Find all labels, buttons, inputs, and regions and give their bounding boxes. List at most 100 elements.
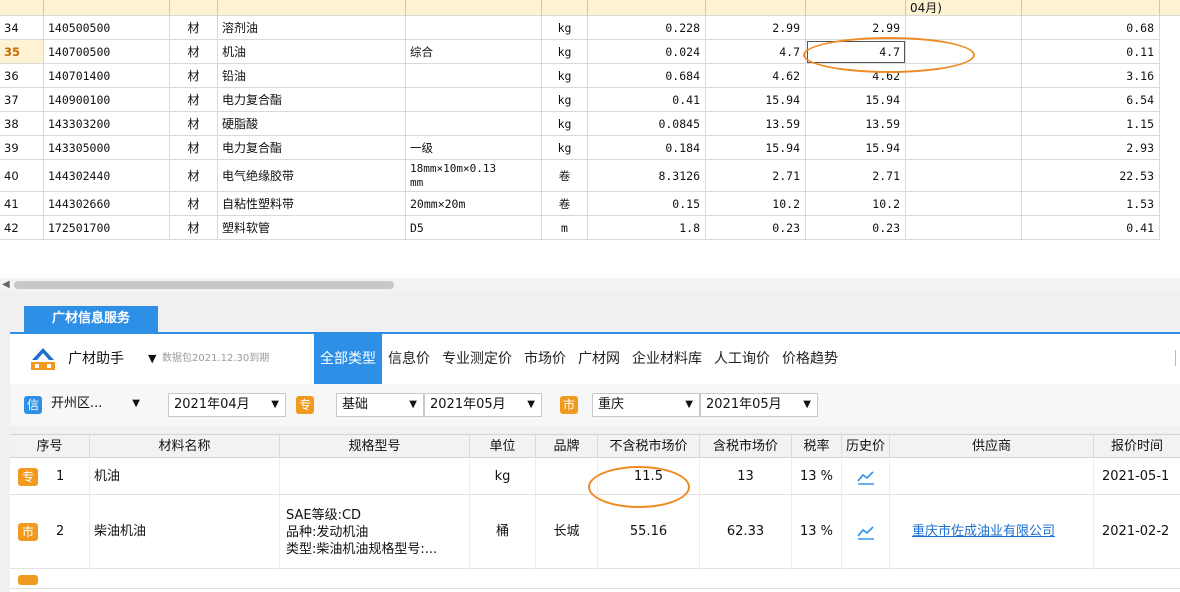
material-type-cell[interactable]: 材: [170, 40, 218, 64]
material-code-cell[interactable]: 172501700: [44, 216, 170, 240]
material-extra-cell[interactable]: [906, 136, 1022, 160]
material-type-cell[interactable]: 材: [170, 136, 218, 160]
material-qty-cell[interactable]: 0.228: [588, 16, 706, 40]
row-number-cell[interactable]: 39: [0, 136, 44, 160]
tab-enterprise-library[interactable]: 企业材料库: [626, 334, 708, 384]
material-price-cell[interactable]: 15.94: [706, 88, 806, 112]
material-price-cell[interactable]: 2.71: [706, 160, 806, 192]
panel-tab-info-service[interactable]: 广材信息服务: [24, 306, 158, 332]
result-supplier-cell[interactable]: [890, 459, 1094, 495]
result-history-cell[interactable]: [842, 495, 890, 569]
result-spec-cell[interactable]: SAE等级:CD 品种:发动机油 类型:柴油机油规格型号:...: [280, 495, 470, 569]
material-extra-cell[interactable]: [906, 160, 1022, 192]
col-unit[interactable]: 单位: [470, 435, 536, 458]
material-market-price-cell[interactable]: 10.2: [806, 192, 906, 216]
material-market-price-cell[interactable]: 13.59: [806, 112, 906, 136]
material-type-cell[interactable]: 材: [170, 88, 218, 112]
trend-chart-icon[interactable]: [856, 524, 875, 540]
material-amount-cell[interactable]: 0.11: [1022, 40, 1160, 64]
grid-row[interactable]: 39 143305000 材电力复合酯 一级 kg 0.184 15.94 15.94 2.93: [0, 136, 1180, 160]
grid-row[interactable]: 42 172501700 材塑料软管 D5 m 1.8 0.23 0.23 0.41: [0, 216, 1180, 240]
supplier-link[interactable]: 重庆市佐成油业有限公司: [908, 523, 1076, 541]
material-unit-cell[interactable]: kg: [542, 136, 588, 160]
material-amount-cell[interactable]: 1.15: [1022, 112, 1160, 136]
row-number-cell[interactable]: 40: [0, 160, 44, 192]
material-qty-cell[interactable]: 0.684: [588, 64, 706, 88]
professional-period-select[interactable]: 2021年05月 ▼: [424, 393, 542, 417]
material-spec-cell[interactable]: 18mm×10m×0.13 mm: [406, 160, 542, 192]
material-code-cell[interactable]: 143305000: [44, 136, 170, 160]
material-market-price-cell[interactable]: 4.7: [806, 40, 906, 64]
material-market-price-cell[interactable]: 2.71: [806, 160, 906, 192]
material-price-cell[interactable]: 4.62: [706, 64, 806, 88]
material-name-cell[interactable]: 溶剂油: [218, 16, 406, 40]
material-qty-cell[interactable]: 0.0845: [588, 112, 706, 136]
row-number-cell[interactable]: 34: [0, 16, 44, 40]
material-amount-cell[interactable]: 22.53: [1022, 160, 1160, 192]
material-name-cell[interactable]: 电力复合酯: [218, 136, 406, 160]
result-row[interactable]: 市 2 柴油机油 SAE等级:CD 品种:发动机油 类型:柴油机油规格型号:... 桶长城 5…: [10, 495, 1180, 569]
material-name-cell[interactable]: 硬脂酸: [218, 112, 406, 136]
material-extra-cell[interactable]: [906, 216, 1022, 240]
material-spec-cell[interactable]: [406, 88, 542, 112]
col-seq[interactable]: 序号: [10, 435, 90, 458]
tab-price-trend[interactable]: 价格趋势: [776, 334, 844, 384]
col-price-inc-tax[interactable]: 含税市场价: [700, 435, 792, 458]
region-select[interactable]: 开州区... ▼: [46, 393, 146, 417]
material-code-cell[interactable]: 144302440: [44, 160, 170, 192]
tab-professional-price[interactable]: 专业测定价: [436, 334, 518, 384]
material-amount-cell[interactable]: 0.68: [1022, 16, 1160, 40]
category-select[interactable]: 基础 ▼: [336, 393, 424, 417]
material-market-price-cell[interactable]: 2.99: [806, 16, 906, 40]
material-type-cell[interactable]: 材: [170, 112, 218, 136]
col-material-name[interactable]: 材料名称: [90, 435, 280, 458]
material-qty-cell[interactable]: 0.184: [588, 136, 706, 160]
material-extra-cell[interactable]: [906, 16, 1022, 40]
material-unit-cell[interactable]: kg: [542, 40, 588, 64]
material-unit-cell[interactable]: 卷: [542, 160, 588, 192]
material-price-cell[interactable]: 2.99: [706, 16, 806, 40]
material-price-cell[interactable]: 15.94: [706, 136, 806, 160]
brand-name[interactable]: 广材助手: [68, 334, 124, 384]
brand-dropdown-icon[interactable]: ▼: [148, 334, 156, 384]
grid-row[interactable]: 35 140700500 材机油 综合 kg 0.024 4.7 4.7 0.11: [0, 40, 1180, 64]
result-row[interactable]: 专 1 机油 kg 11.5 13 13 % 2021-05-1: [10, 459, 1180, 495]
material-unit-cell[interactable]: 卷: [542, 192, 588, 216]
result-name-cell[interactable]: 机油: [90, 459, 280, 495]
row-number-cell[interactable]: 41: [0, 192, 44, 216]
material-name-cell[interactable]: 电力复合酯: [218, 88, 406, 112]
material-unit-cell[interactable]: kg: [542, 88, 588, 112]
scroll-left-icon[interactable]: ◀: [2, 279, 10, 290]
material-spec-cell[interactable]: 20mm×20m: [406, 192, 542, 216]
material-name-cell[interactable]: 机油: [218, 40, 406, 64]
material-qty-cell[interactable]: 1.8: [588, 216, 706, 240]
row-number-cell[interactable]: 35: [0, 40, 44, 64]
material-type-cell[interactable]: 材: [170, 64, 218, 88]
material-code-cell[interactable]: 143303200: [44, 112, 170, 136]
material-amount-cell[interactable]: 1.53: [1022, 192, 1160, 216]
material-spec-cell[interactable]: [406, 16, 542, 40]
material-code-cell[interactable]: 140900100: [44, 88, 170, 112]
horizontal-scrollbar[interactable]: ◀: [0, 278, 1180, 292]
material-amount-cell[interactable]: 2.93: [1022, 136, 1160, 160]
result-supplier-cell[interactable]: 重庆市佐成油业有限公司: [890, 495, 1094, 569]
grid-row[interactable]: 40 144302440 材电气绝缘胶带 18mm×10m×0.13 mm 卷 8.3126…: [0, 160, 1180, 192]
material-unit-cell[interactable]: kg: [542, 112, 588, 136]
material-market-price-cell[interactable]: 15.94: [806, 88, 906, 112]
material-type-cell[interactable]: 材: [170, 16, 218, 40]
result-price-inc-tax-cell[interactable]: 62.33: [700, 495, 792, 569]
result-spec-cell[interactable]: [280, 459, 470, 495]
material-type-cell[interactable]: 材: [170, 192, 218, 216]
material-code-cell[interactable]: 140701400: [44, 64, 170, 88]
material-amount-cell[interactable]: 3.16: [1022, 64, 1160, 88]
grid-row[interactable]: 34 140500500 材溶剂油 kg 0.228 2.99 2.99 0.68: [0, 16, 1180, 40]
tab-market-price[interactable]: 市场价: [518, 334, 572, 384]
tab-guangcai-web[interactable]: 广材网: [572, 334, 626, 384]
material-qty-cell[interactable]: 0.41: [588, 88, 706, 112]
row-number-cell[interactable]: 38: [0, 112, 44, 136]
material-name-cell[interactable]: 自粘性塑料带: [218, 192, 406, 216]
material-market-price-cell[interactable]: 0.23: [806, 216, 906, 240]
material-unit-cell[interactable]: kg: [542, 64, 588, 88]
result-history-cell[interactable]: [842, 459, 890, 495]
material-qty-cell[interactable]: 0.024: [588, 40, 706, 64]
